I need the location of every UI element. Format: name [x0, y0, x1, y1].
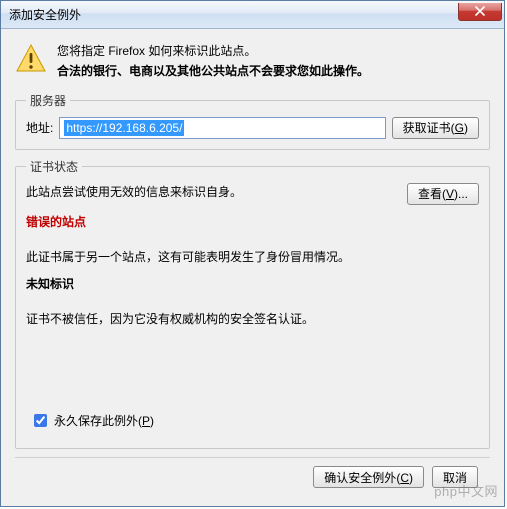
warning-icon: [15, 43, 47, 82]
confirm-exception-button[interactable]: 确认安全例外(C): [313, 466, 424, 488]
window-title: 添加安全例外: [9, 6, 458, 23]
dialog-window: 添加安全例外 您将指定 Firefox 如何来标识此站点。 合法的银行、电商以及…: [0, 0, 505, 507]
get-certificate-button[interactable]: 获取证书(G): [392, 117, 479, 139]
cert-status-group: 证书状态 此站点尝试使用无效的信息来标识自身。 查看(V)... 错误的站点 此…: [15, 158, 490, 449]
intro-section: 您将指定 Firefox 如何来标识此站点。 合法的银行、电商以及其他公共站点不…: [15, 41, 490, 82]
close-icon: [475, 6, 485, 16]
intro-line2: 合法的银行、电商以及其他公共站点不会要求您如此操作。: [57, 61, 369, 81]
view-cert-button[interactable]: 查看(V)...: [407, 183, 479, 205]
cancel-button[interactable]: 取消: [432, 466, 478, 488]
save-exception-row: 永久保存此例外(P): [26, 411, 479, 430]
titlebar[interactable]: 添加安全例外: [1, 1, 504, 29]
dialog-footer: 确认安全例外(C) 取消: [15, 457, 490, 496]
unknown-identity-title: 未知标识: [26, 275, 479, 294]
cert-status-legend: 证书状态: [26, 158, 82, 175]
address-label: 地址:: [26, 119, 53, 136]
address-input[interactable]: https://192.168.6.205/: [59, 117, 385, 139]
address-row: 地址: https://192.168.6.205/ 获取证书(G): [26, 117, 479, 139]
save-exception-label[interactable]: 永久保存此例外(P): [54, 412, 154, 429]
save-exception-checkbox[interactable]: [34, 414, 47, 427]
unknown-identity-desc: 证书不被信任，因为它没有权威机构的安全签名认证。: [26, 310, 479, 329]
wrong-site-title: 错误的站点: [26, 213, 479, 232]
intro-line1: 您将指定 Firefox 如何来标识此站点。: [57, 41, 369, 61]
intro-text: 您将指定 Firefox 如何来标识此站点。 合法的银行、电商以及其他公共站点不…: [57, 41, 369, 82]
wrong-site-desc: 此证书属于另一个站点，这有可能表明发生了身份冒用情况。: [26, 248, 479, 267]
cert-status-desc: 此站点尝试使用无效的信息来标识自身。: [26, 183, 242, 202]
spacer: [26, 336, 479, 411]
address-value: https://192.168.6.205/: [64, 120, 184, 136]
cert-status-row: 此站点尝试使用无效的信息来标识自身。 查看(V)...: [26, 183, 479, 205]
server-group: 服务器 地址: https://192.168.6.205/ 获取证书(G): [15, 92, 490, 150]
close-button[interactable]: [458, 3, 502, 21]
server-legend: 服务器: [26, 92, 70, 109]
dialog-content: 您将指定 Firefox 如何来标识此站点。 合法的银行、电商以及其他公共站点不…: [1, 29, 504, 506]
